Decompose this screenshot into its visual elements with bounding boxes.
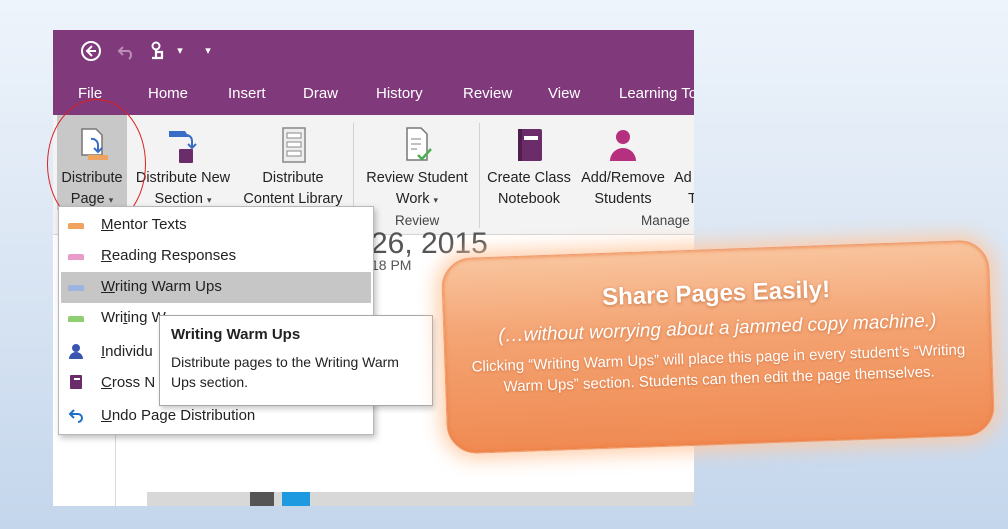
bottom-strip (147, 492, 694, 506)
ribbon-tabs: File Home Insert Draw History Review Vie… (53, 73, 694, 115)
quick-access-toolbar: ▾ ▾ (53, 30, 694, 73)
menu-item-label: Individu (101, 343, 153, 360)
section-tab-icon (68, 254, 84, 260)
group-label-review: Review (395, 213, 440, 228)
back-circle-icon[interactable] (79, 39, 103, 63)
menu-item-label: Cross N (101, 374, 156, 391)
menu-tooltip: Writing Warm Ups Distribute pages to the… (159, 315, 433, 406)
distribute-content-library-button[interactable]: Distribute Content Library (239, 115, 347, 210)
group-separator (479, 123, 480, 228)
distribute-new-section-button[interactable]: Distribute New Section ▾ (131, 115, 235, 210)
section-tab-icon (68, 316, 84, 322)
callout-content: Share Pages Easily! (…without worrying a… (442, 241, 994, 454)
menu-item-label: Reading Responses (101, 247, 237, 264)
touch-mode-icon[interactable] (147, 39, 169, 63)
tab-home[interactable]: Home (148, 73, 188, 115)
add-teachers-button[interactable]: Ad T (669, 115, 694, 210)
group-label-manage: Manage (641, 213, 690, 228)
person-icon (69, 344, 83, 359)
callout-body: Clicking “Writing Warm Ups” will place t… (471, 341, 966, 396)
section-tab-icon (68, 223, 84, 229)
undo-icon[interactable] (116, 39, 138, 63)
students-icon (610, 130, 636, 161)
tab-learning-tools[interactable]: Learning To (619, 73, 694, 115)
tab-view[interactable]: View (548, 73, 580, 115)
page-date: 26, 2015 (371, 227, 488, 260)
page-time: 18 PM (371, 257, 412, 273)
create-class-notebook-button[interactable]: Create Class Notebook (483, 115, 575, 210)
menu-item-mentor-texts[interactable]: Mentor Texts (59, 210, 373, 241)
distribute-content-library-label: Distribute Content Library (243, 170, 343, 207)
touch-dropdown-arrow[interactable]: ▾ (173, 39, 187, 63)
menu-item-label: Writing W (101, 309, 166, 326)
create-class-notebook-label: Create Class Notebook (487, 170, 571, 207)
menu-item-label: Mentor Texts (101, 216, 187, 233)
menu-item-reading-responses[interactable]: Reading Responses (59, 241, 373, 272)
tab-insert[interactable]: Insert (228, 73, 266, 115)
customize-toolbar-icon[interactable]: ▾ (201, 39, 215, 63)
add-remove-students-button[interactable]: Add/Remove Students (577, 115, 669, 210)
content-tile (250, 492, 274, 506)
add-remove-students-label: Add/Remove Students (581, 170, 665, 207)
content-tile (282, 492, 310, 506)
menu-item-label: Undo Page Distribution (101, 407, 256, 424)
review-student-work-label: Review Student Work ▾ (366, 170, 468, 207)
tooltip-description: Distribute pages to the Writing Warm Ups… (171, 354, 399, 390)
section-tab-icon (68, 285, 84, 291)
tip-callout: Share Pages Easily! (…without worrying a… (440, 239, 996, 455)
tab-history[interactable]: History (376, 73, 423, 115)
tab-review[interactable]: Review (463, 73, 512, 115)
class-notebook-icon (518, 129, 542, 161)
review-student-work-icon (406, 127, 432, 161)
menu-item-label: Writing Warm Ups (101, 278, 222, 295)
tab-draw[interactable]: Draw (303, 73, 338, 115)
notebook-icon (70, 375, 82, 389)
tooltip-title: Writing Warm Ups (171, 326, 301, 343)
undo-distribution-icon (68, 409, 83, 423)
distribute-new-section-label: Distribute New Section ▾ (135, 170, 231, 207)
menu-item-writing-warm-ups[interactable]: Writing Warm Ups (61, 272, 371, 303)
content-library-icon (282, 127, 306, 163)
distribute-section-icon (169, 131, 197, 163)
add-teachers-label: Ad T (674, 170, 694, 207)
review-student-work-button[interactable]: Review Student Work ▾ (359, 115, 475, 210)
